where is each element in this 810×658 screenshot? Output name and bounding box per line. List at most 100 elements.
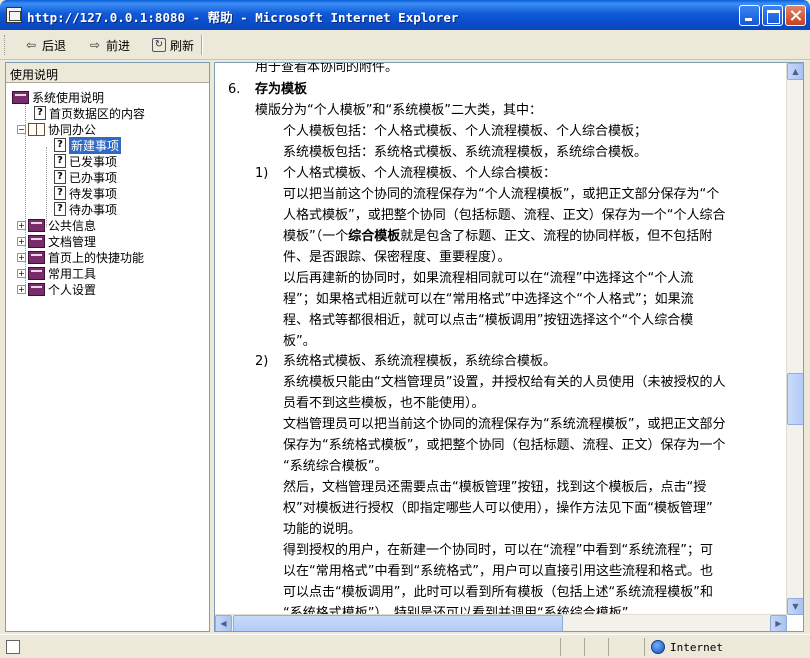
help-topic-icon: ? <box>54 202 66 216</box>
tree-item-tools[interactable]: + 常用工具 <box>17 265 96 281</box>
help-topic-icon: ? <box>54 154 66 168</box>
toolbar-grip[interactable] <box>4 35 7 55</box>
text-line: 保存为“系统格式模板”，或把整个协同（包括标题、流程、正文）保存为一个 <box>283 438 726 453</box>
section-number: 6. <box>228 82 241 97</box>
toolbar-separator <box>201 35 203 55</box>
expand-toggle[interactable]: + <box>17 236 26 246</box>
tree-item-label: 已办事项 <box>69 170 118 185</box>
refresh-button[interactable]: ↻ 刷新 <box>148 34 198 56</box>
tree-item-todo[interactable]: ? 待办事项 <box>54 201 117 217</box>
text-line: 程”；如果格式相近就可以在“常用格式”中选择这个“个人格式”；如果流 <box>283 292 694 307</box>
refresh-label: 刷新 <box>170 38 195 53</box>
minimize-button[interactable] <box>739 5 760 26</box>
pane-header: 使用说明 <box>6 63 209 83</box>
horizontal-scroll-thumb[interactable] <box>233 615 563 631</box>
refresh-icon: ↻ <box>152 38 166 52</box>
back-label: 后退 <box>42 38 67 53</box>
text-line: 得到授权的用户，在新建一个协同时，可以在“流程”中看到“系统流程”；可 <box>283 543 713 558</box>
list-number: 2) <box>255 354 269 369</box>
expand-toggle[interactable]: + <box>17 284 26 294</box>
vertical-scroll-thumb[interactable] <box>787 373 803 425</box>
text-line: 功能的说明。 <box>283 522 362 537</box>
text-line: 模版分为“个人模板”和“系统模板”二大类，其中： <box>255 103 542 118</box>
text-line: 系统模板包括：系统格式模板、系统流程模板，系统综合模板。 <box>283 145 648 160</box>
expand-toggle[interactable]: + <box>17 220 26 230</box>
tree-item-public-info[interactable]: + 公共信息 <box>17 217 96 233</box>
tree-item-label: 待办事项 <box>69 202 118 217</box>
text-segment: 就是包含了标题、正文、流程的协同样板，但不包括附 <box>400 229 713 244</box>
scroll-up-button[interactable]: ▲ <box>787 63 803 80</box>
expand-toggle[interactable]: + <box>17 268 26 278</box>
window-title: http://127.0.0.1:8080 - 帮助 - Microsoft I… <box>27 10 459 25</box>
text-line: “系统综合模板”。 <box>283 459 388 474</box>
book-icon <box>28 266 45 280</box>
arrow-right-icon: ⇨ <box>89 38 101 52</box>
status-divider <box>584 638 585 656</box>
tree-item-sent[interactable]: ? 已发事项 <box>54 153 117 169</box>
help-topic-icon: ? <box>54 170 66 184</box>
page-icon <box>6 640 20 654</box>
tree-item-label: 协同办公 <box>48 122 97 137</box>
tree-item-label: 常用工具 <box>48 266 97 281</box>
tree-item-homepage-data[interactable]: ? 首页数据区的内容 <box>34 105 145 121</box>
tree-item-label: 系统使用说明 <box>32 90 105 105</box>
text-line: 权”对模板进行授权（即指定哪些人可以使用），操作方法见下面“模板管理” <box>283 501 713 516</box>
horizontal-scrollbar[interactable]: ◀ ▶ <box>215 614 787 631</box>
text-line: 文档管理员可以把当前这个协同的流程保存为“系统流程模板”，或把正文部分 <box>283 417 726 432</box>
book-icon <box>28 250 45 264</box>
text-segment: 模板”（一个 <box>283 229 349 244</box>
bold-term: 综合模板 <box>348 229 401 244</box>
text-line: 个人模板包括：个人格式模板、个人流程模板、个人综合模板； <box>283 124 648 139</box>
open-book-icon <box>28 122 45 136</box>
close-button[interactable] <box>785 5 806 26</box>
tree-item-doc-management[interactable]: + 文档管理 <box>17 233 96 249</box>
tree-item-label: 新建事项 <box>69 136 122 154</box>
collapse-toggle[interactable]: − <box>17 124 26 134</box>
help-navigation-pane: 使用说明 系统使用说明 ? 首页数据区的内容 − 协同办公 ? 新建事项 ? 已… <box>5 62 210 632</box>
back-button[interactable]: ⇦ 后退 <box>20 34 70 56</box>
expand-toggle[interactable]: + <box>17 252 26 262</box>
status-divider <box>560 638 561 656</box>
status-divider <box>608 638 609 656</box>
zone-label: Internet <box>670 640 723 654</box>
vertical-scrollbar[interactable]: ▲ ▼ <box>786 63 803 615</box>
tree-item-done[interactable]: ? 已办事项 <box>54 169 117 185</box>
tree-item-label: 文档管理 <box>48 234 97 249</box>
tree-item-pending-send[interactable]: ? 待发事项 <box>54 185 117 201</box>
tree-item-label: 已发事项 <box>69 154 118 169</box>
status-bar: Internet <box>0 634 810 658</box>
section-title: 存为模板 <box>255 82 308 97</box>
ie-page-icon <box>6 7 22 23</box>
text-line: 系统格式模板、系统流程模板，系统综合模板。 <box>283 354 557 369</box>
tree-item-label: 公共信息 <box>48 218 97 233</box>
tree-item-collaboration[interactable]: − 协同办公 <box>17 121 96 137</box>
tree-item-new-task[interactable]: ? 新建事项 <box>54 136 122 154</box>
arrow-left-icon: ⇦ <box>25 38 37 52</box>
text-line: 板”。 <box>283 334 316 349</box>
tree-item-personal-settings[interactable]: + 个人设置 <box>17 281 96 297</box>
forward-label: 前进 <box>106 38 131 53</box>
text-line: 可以把当前这个协同的流程保存为“个人流程模板”，或把正文部分保存为“个 <box>283 187 720 202</box>
scroll-right-button[interactable]: ▶ <box>770 615 787 631</box>
book-icon <box>28 218 45 232</box>
text-line: 以后再建新的协同时，如果流程相同就可以在“流程”中选择这个“个人流 <box>283 271 694 286</box>
scroll-left-button[interactable]: ◀ <box>215 615 232 631</box>
text-line: 可以点击“模板调用”，此时可以看到所有模板（包括上述“系统流程模板”和 <box>283 585 713 600</box>
text-line: 以在“常用格式”中看到“系统格式”，用户可以直接引用这些流程和格式。也 <box>283 564 713 579</box>
help-topic-icon: ? <box>54 138 66 152</box>
book-icon <box>12 90 29 104</box>
tree-item-shortcuts[interactable]: + 首页上的快捷功能 <box>17 249 144 265</box>
maximize-button[interactable] <box>762 5 783 26</box>
text-line: 个人格式模板、个人流程模板、个人综合模板： <box>283 166 557 181</box>
list-number: 1) <box>255 166 269 181</box>
tree-item-label: 首页上的快捷功能 <box>48 250 145 265</box>
text-line: 然后，文档管理员还需要点击“模板管理”按钮，找到这个模板后，点击“授 <box>283 480 707 495</box>
scroll-down-button[interactable]: ▼ <box>787 598 803 615</box>
tree-item-root[interactable]: 系统使用说明 <box>12 89 104 105</box>
text-line: 人格式模板”，或把整个协同（包括标题、流程、正文）保存为一个“个人综合 <box>283 208 726 223</box>
forward-button[interactable]: ⇨ 前进 <box>84 34 134 56</box>
title-bar: http://127.0.0.1:8080 - 帮助 - Microsoft I… <box>0 0 810 30</box>
book-icon <box>28 234 45 248</box>
security-zone: Internet <box>644 638 723 656</box>
help-topic-icon: ? <box>34 106 46 120</box>
